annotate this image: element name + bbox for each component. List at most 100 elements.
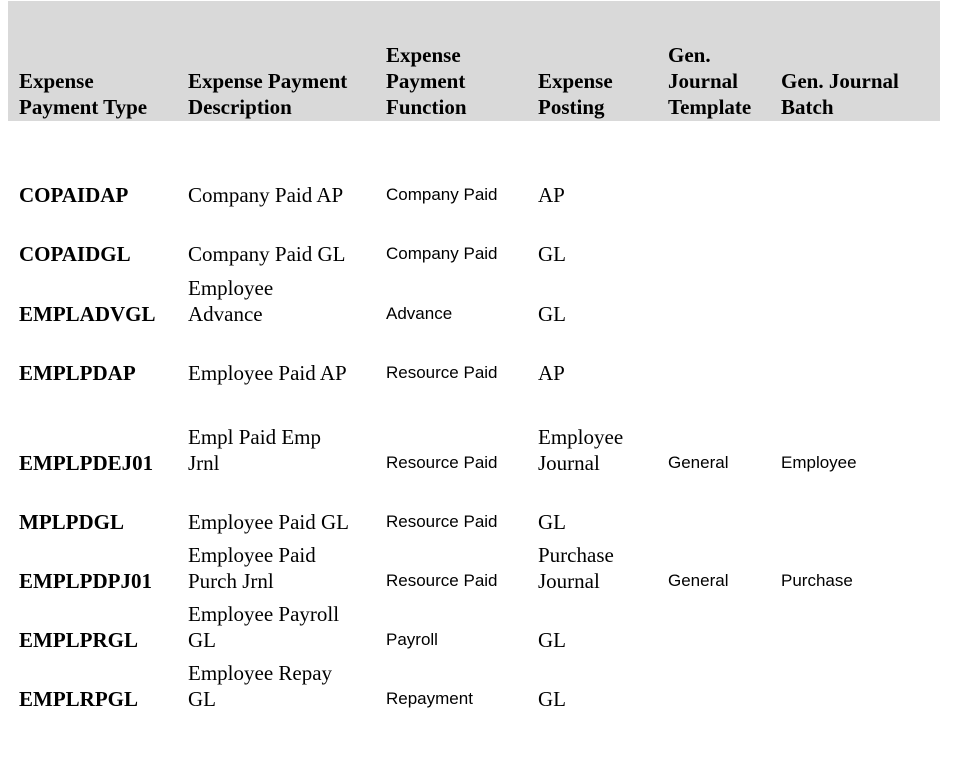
cell-template: General <box>668 450 728 476</box>
cell-description-line: Empl Paid Emp <box>188 425 321 449</box>
cell-description-line: GL <box>188 628 216 652</box>
cell-description-line: Employee <box>188 276 274 300</box>
cell-description-line: Employee Repay <box>188 661 333 685</box>
cell-description-line: Purch Jrnl <box>188 569 274 593</box>
cell-payment-type: EMPLPDAP <box>19 360 136 386</box>
cell-posting-line: GL <box>538 510 566 534</box>
header-line: Gen. Journal <box>781 69 899 93</box>
cell-function: Advance <box>386 301 452 327</box>
cell-payment-type-line: EMPLRPGL <box>19 687 138 711</box>
header-line: Journal <box>668 69 739 93</box>
cell-description-line: Advance <box>188 302 263 326</box>
cell-payment-type: EMPLPDPJ01 <box>19 568 152 594</box>
cell-payment-type-line: MPLPDGL <box>19 510 124 534</box>
cell-payment-type-line: EMPLPDEJ01 <box>19 451 154 475</box>
cell-posting: AP <box>538 360 565 386</box>
header-expense-payment-description: Expense Payment Description <box>188 68 347 121</box>
header-line: Function <box>386 95 467 119</box>
cell-function-line: Resource Paid <box>386 571 498 590</box>
cell-description: Employee Paid Purch Jrnl <box>188 542 316 594</box>
cell-payment-type-line: EMPLPDPJ01 <box>19 569 152 593</box>
cell-description-line: Jrnl <box>188 451 220 475</box>
header-line: Posting <box>538 95 605 119</box>
cell-description-line: Employee Paid AP <box>188 361 347 385</box>
cell-batch-line: Employee <box>781 453 857 472</box>
header-line: Expense <box>19 69 94 93</box>
cell-posting-line: Employee <box>538 425 624 449</box>
table-row: EMPLRPGL Employee Repay GL Repayment GL <box>0 660 957 712</box>
header-line: Description <box>188 95 292 119</box>
cell-template-line: General <box>668 453 729 472</box>
cell-description-line: Company Paid AP <box>188 183 344 207</box>
cell-posting: GL <box>538 509 566 535</box>
cell-function: Company Paid <box>386 241 498 267</box>
header-line: Template <box>668 95 752 119</box>
cell-description-line: Employee Paid GL <box>188 510 349 534</box>
cell-posting-line: AP <box>538 361 565 385</box>
cell-posting-line: Journal <box>538 451 600 475</box>
cell-function-line: Company Paid <box>386 185 498 204</box>
header-line: Expense Payment <box>188 69 348 93</box>
table-row: EMPLPRGL Employee Payroll GL Payroll GL <box>0 601 957 653</box>
cell-function-line: Payroll <box>386 630 438 649</box>
cell-description: Employee Payroll GL <box>188 601 339 653</box>
cell-payment-type-line: EMPLPDAP <box>19 361 136 385</box>
cell-function: Resource Paid <box>386 509 498 535</box>
cell-description-line: GL <box>188 687 216 711</box>
cell-batch: Employee <box>781 450 857 476</box>
cell-posting-line: AP <box>538 183 565 207</box>
table-row: COPAIDGL Company Paid GL Company Paid GL <box>0 215 957 267</box>
cell-function: Company Paid <box>386 182 498 208</box>
cell-posting: GL <box>538 241 566 267</box>
cell-payment-type: EMPLPDEJ01 <box>19 450 153 476</box>
header-expense-payment-type: Expense Payment Type <box>19 68 147 121</box>
cell-payment-type: EMPLADVGL <box>19 301 156 327</box>
table-row: EMPLPDPJ01 Employee Paid Purch Jrnl Resourc… <box>0 542 957 594</box>
header-expense-posting: Expense Posting <box>538 68 613 121</box>
cell-description: Empl Paid Emp Jrnl <box>188 424 321 476</box>
header-line: Expense <box>538 69 613 93</box>
cell-function-line: Repayment <box>386 689 473 708</box>
cell-payment-type-line: COPAIDGL <box>19 242 131 266</box>
cell-posting: AP <box>538 182 565 208</box>
table-row: MPLPDGL Employee Paid GL Resource Paid GL <box>0 483 957 535</box>
cell-posting-line: Journal <box>538 569 600 593</box>
cell-function: Resource Paid <box>386 568 498 594</box>
cell-description-line: Employee Paid <box>188 543 316 567</box>
header-expense-payment-function: Expense Payment Function <box>386 42 467 121</box>
cell-template: General <box>668 568 728 594</box>
cell-posting-line: GL <box>538 687 566 711</box>
cell-posting-line: Purchase <box>538 543 614 567</box>
cell-function-line: Resource Paid <box>386 512 498 531</box>
header-line: Payment <box>386 69 466 93</box>
cell-description: Employee Repay GL <box>188 660 332 712</box>
cell-function: Resource Paid <box>386 450 498 476</box>
cell-description-line: Company Paid GL <box>188 242 346 266</box>
cell-description-line: Employee Payroll <box>188 602 340 626</box>
cell-payment-type: EMPLPRGL <box>19 627 138 653</box>
cell-batch: Purchase <box>781 568 853 594</box>
cell-description: Employee Advance <box>188 275 273 327</box>
cell-batch-line: Purchase <box>781 571 853 590</box>
table-header-cells: Expense Payment Type Expense Payment Descri… <box>0 1 957 121</box>
cell-function-line: Company Paid <box>386 244 498 263</box>
cell-description: Company Paid AP <box>188 182 343 208</box>
cell-payment-type: COPAIDGL <box>19 241 131 267</box>
table-row: COPAIDAP Company Paid AP Company Paid AP <box>0 156 957 208</box>
cell-payment-type-line: COPAIDAP <box>19 183 129 207</box>
table-row: EMPLADVGL Employee Advance Advance GL <box>0 275 957 327</box>
table-row: EMPLPDEJ01 Empl Paid Emp Jrnl Resource Paid… <box>0 424 957 476</box>
cell-description: Company Paid GL <box>188 241 346 267</box>
table-row: EMPLPDAP Employee Paid AP Resource Paid AP <box>0 334 957 386</box>
cell-payment-type: COPAIDAP <box>19 182 128 208</box>
cell-description: Employee Paid GL <box>188 509 349 535</box>
header-line: Payment Type <box>19 95 148 119</box>
cell-function-line: Resource Paid <box>386 363 498 382</box>
cell-posting: Employee Journal <box>538 424 623 476</box>
header-line: Batch <box>781 95 834 119</box>
cell-posting-line: GL <box>538 242 566 266</box>
cell-payment-type-line: EMPLPRGL <box>19 628 138 652</box>
header-gen-journal-batch: Gen. Journal Batch <box>781 68 899 121</box>
cell-posting: GL <box>538 627 566 653</box>
cell-function: Repayment <box>386 686 473 712</box>
